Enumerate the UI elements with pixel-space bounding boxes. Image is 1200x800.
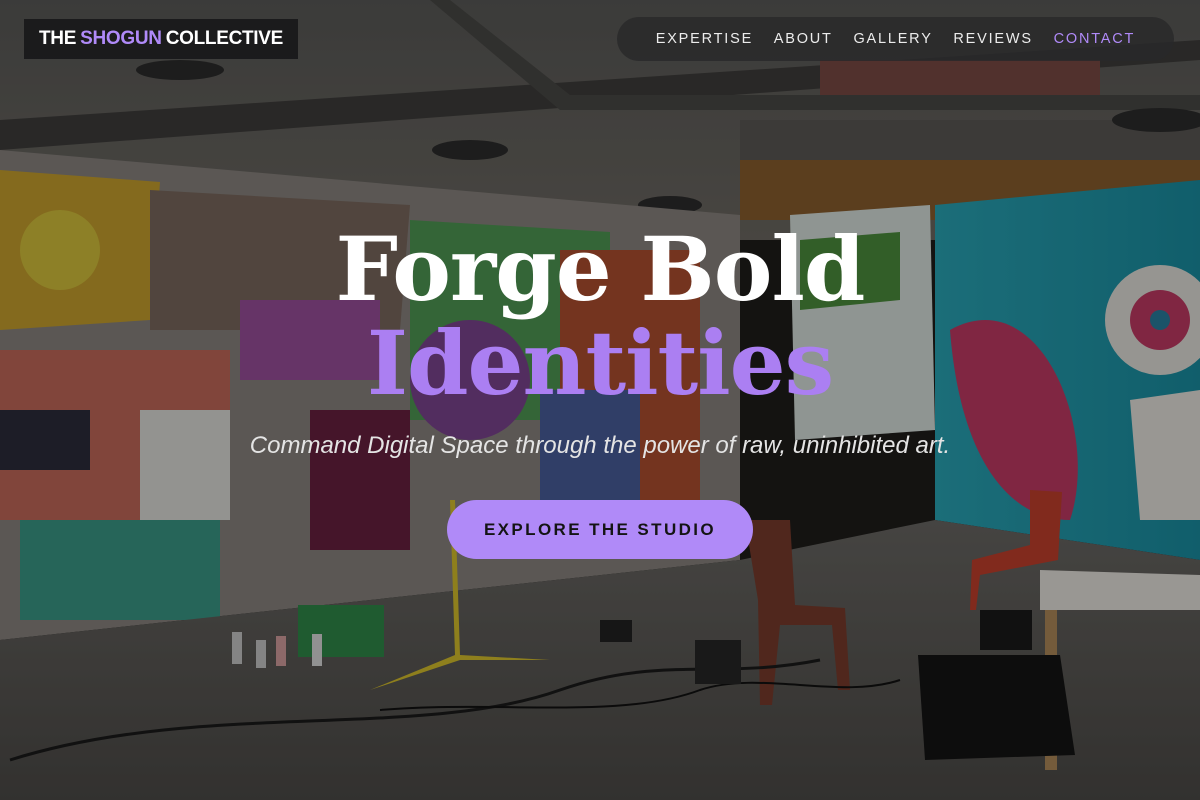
brand-suffix: COLLECTIVE bbox=[165, 28, 284, 49]
nav-link-about[interactable]: ABOUT bbox=[774, 31, 833, 47]
nav-link-expertise[interactable]: EXPERTISE bbox=[656, 31, 753, 47]
nav-link-gallery[interactable]: GALLERY bbox=[853, 31, 932, 47]
nav-link-contact[interactable]: CONTACT bbox=[1054, 31, 1136, 47]
headline-line-1: Forge Bold bbox=[335, 217, 866, 321]
hero-section: Forge Bold Identities Command Digital Sp… bbox=[0, 222, 1200, 559]
headline-line-2: Identities bbox=[366, 311, 834, 415]
main-nav: EXPERTISE ABOUT GALLERY REVIEWS CONTACT bbox=[617, 17, 1174, 61]
hero-tagline: Command Digital Space through the power … bbox=[249, 432, 951, 459]
hero-headline: Forge Bold Identities bbox=[0, 222, 1200, 410]
explore-studio-button[interactable]: EXPLORE THE STUDIO bbox=[447, 500, 753, 559]
brand-logo[interactable]: THE SHOGUN COLLECTIVE bbox=[24, 19, 298, 59]
brand-prefix: THE bbox=[38, 28, 77, 49]
brand-highlight: SHOGUN bbox=[80, 28, 162, 49]
nav-link-reviews[interactable]: REVIEWS bbox=[953, 31, 1032, 47]
